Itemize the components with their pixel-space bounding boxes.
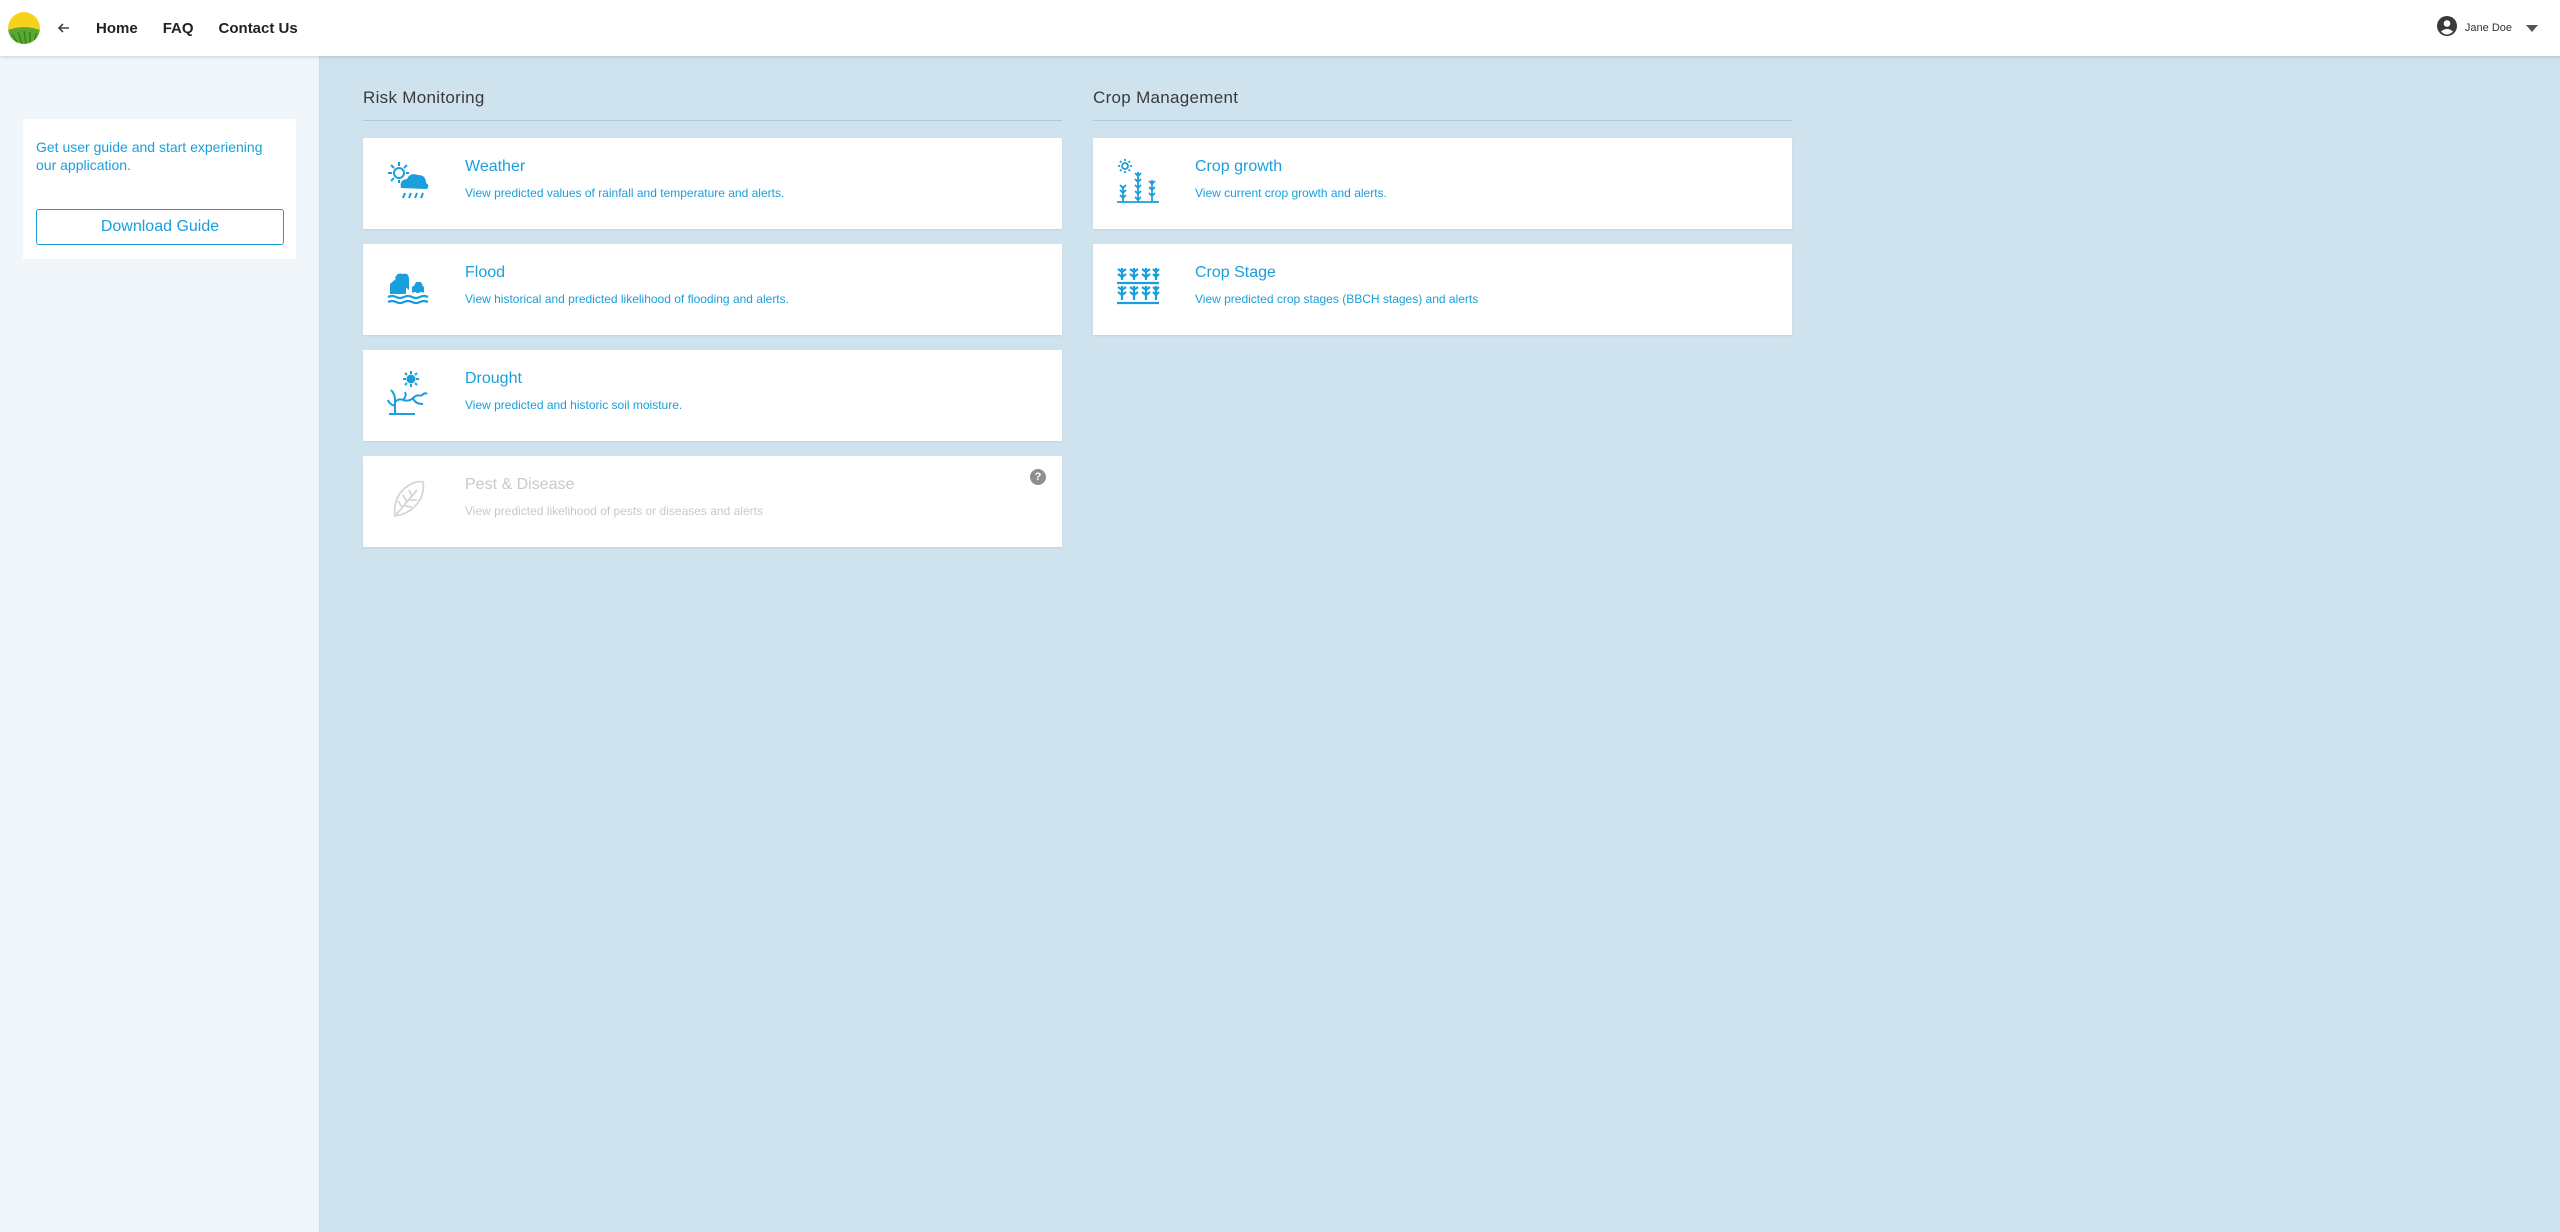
card-flood[interactable]: Flood View historical and predicted like…	[363, 244, 1062, 335]
download-guide-button[interactable]: Download Guide	[36, 209, 284, 245]
card-title: Pest & Disease	[465, 476, 575, 493]
leaf-icon	[385, 476, 431, 522]
user-guide-card: Get user guide and start experiening our…	[23, 119, 296, 259]
section-title-risk-monitoring: Risk Monitoring	[363, 88, 485, 107]
main-nav: Home FAQ Contact Us	[96, 0, 323, 56]
section-divider	[363, 120, 1062, 121]
section-title-crop-management: Crop Management	[1093, 88, 1239, 107]
card-description: View predicted likelihood of pests or di…	[465, 504, 763, 518]
crop-growth-icon	[1115, 158, 1161, 204]
card-weather[interactable]: Weather View predicted values of rainfal…	[363, 138, 1062, 229]
help-icon[interactable]: ?	[1030, 469, 1046, 485]
back-arrow-icon[interactable]	[54, 18, 74, 38]
card-description: View predicted and historic soil moistur…	[465, 398, 683, 412]
flood-icon	[385, 264, 431, 310]
card-description: View historical and predicted likelihood…	[465, 292, 789, 306]
sidebar: Get user guide and start experiening our…	[0, 56, 320, 1232]
nav-home[interactable]: Home	[96, 20, 138, 37]
card-title: Drought	[465, 370, 522, 387]
crop-stage-icon	[1115, 264, 1161, 310]
nav-faq[interactable]: FAQ	[163, 20, 194, 37]
card-crop-stage[interactable]: Crop Stage View predicted crop stages (B…	[1093, 244, 1792, 335]
card-description: View predicted crop stages (BBCH stages)…	[1195, 292, 1479, 306]
user-menu[interactable]: Jane Doe	[2436, 0, 2538, 56]
card-drought[interactable]: Drought View predicted and historic soil…	[363, 350, 1062, 441]
user-name: Jane Doe	[2464, 22, 2512, 34]
account-circle-icon	[2436, 15, 2457, 41]
card-description: View current crop growth and alerts.	[1195, 186, 1387, 200]
top-bar: Home FAQ Contact Us Jane Doe	[0, 0, 2560, 56]
weather-icon	[385, 158, 431, 204]
chevron-down-icon	[2526, 24, 2538, 32]
app-logo[interactable]	[8, 12, 40, 44]
drought-icon	[385, 370, 431, 416]
card-title: Weather	[465, 158, 526, 175]
card-title: Crop growth	[1195, 158, 1283, 175]
card-title: Flood	[465, 264, 506, 281]
section-divider	[1093, 120, 1792, 121]
guide-text: Get user guide and start experiening our…	[36, 139, 263, 173]
card-description: View predicted values of rainfall and te…	[465, 186, 785, 200]
card-pest-disease: Pest & Disease View predicted likelihood…	[363, 456, 1062, 547]
card-crop-growth[interactable]: Crop growth View current crop growth and…	[1093, 138, 1792, 229]
nav-contact-us[interactable]: Contact Us	[219, 20, 298, 37]
card-title: Crop Stage	[1195, 264, 1276, 281]
